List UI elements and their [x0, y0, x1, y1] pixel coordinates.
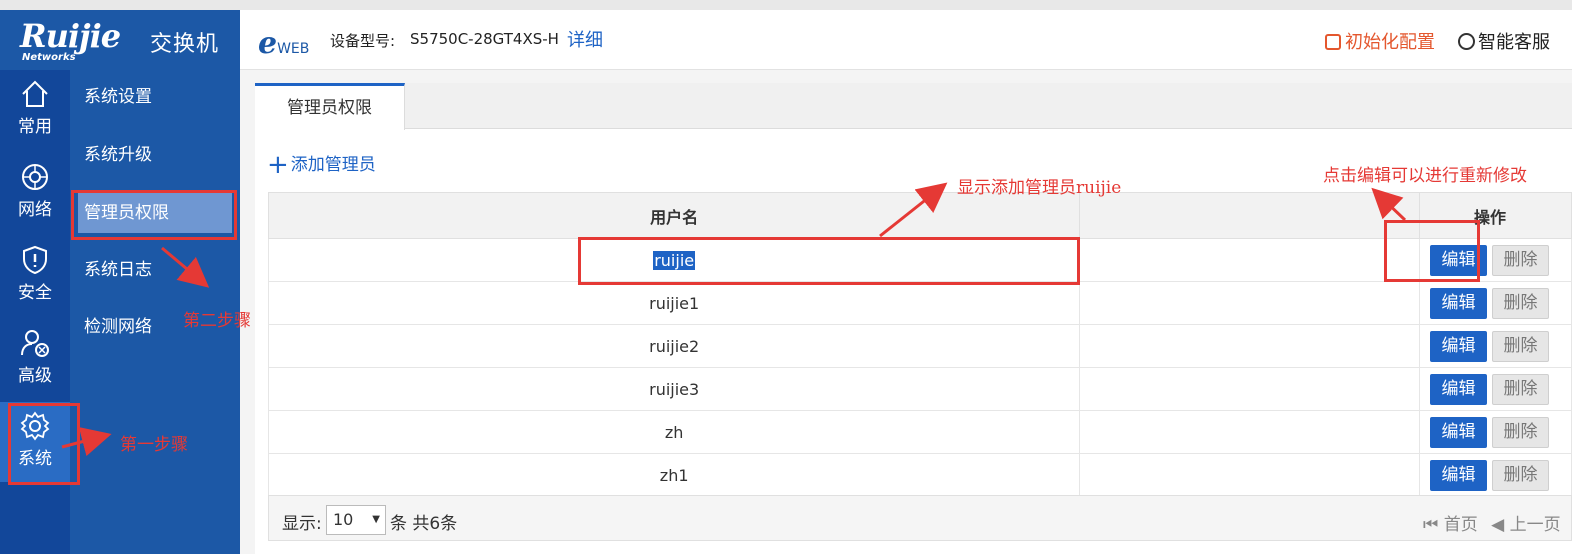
arrow-edit — [1371, 187, 1407, 222]
arrow-added-user — [879, 182, 948, 238]
annotation-arrows — [61, 182, 1407, 457]
app-root: Ruijie Networks 交换机 常用 网络 安全 高级 系统 系统设置 … — [0, 0, 1572, 554]
arrow-step1 — [61, 427, 112, 457]
arrow-step2 — [161, 246, 210, 288]
